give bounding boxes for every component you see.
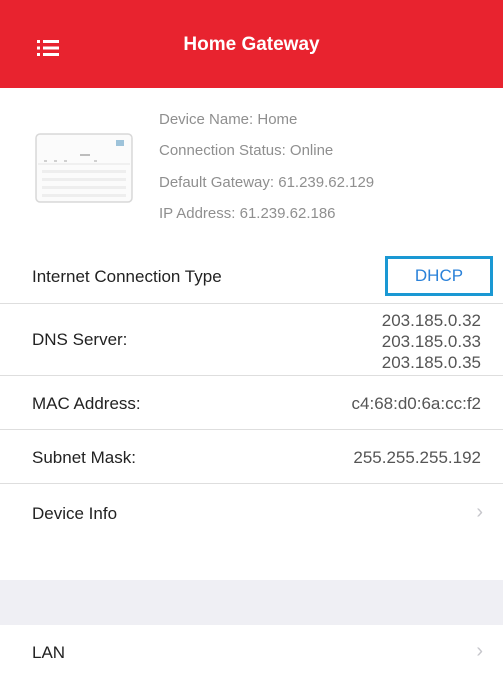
- subnet-mask-label: Subnet Mask:: [32, 448, 136, 467]
- dns-server-3: 203.185.0.35: [381, 353, 481, 372]
- mac-address-label: MAC Address:: [32, 394, 141, 413]
- page-title: Home Gateway: [183, 34, 320, 55]
- dns-server-label: DNS Server:: [32, 330, 128, 349]
- dns-server-2: 203.185.0.33: [381, 332, 481, 351]
- mac-address-value: c4:68:d0:6a:cc:f2: [351, 394, 481, 413]
- dns-server-row: DNS Server: 203.185.0.32 203.185.0.33 20…: [0, 304, 503, 376]
- mac-address-row: MAC Address: c4:68:d0:6a:cc:f2: [0, 376, 503, 430]
- home-gateway-screen: Home Gateway Device Name: Home Connectio…: [0, 0, 503, 677]
- router-device-icon: [35, 133, 133, 203]
- internet-connection-type-row: Internet Connection Type DHCP: [0, 248, 503, 304]
- top-app-bar: Home Gateway: [0, 0, 503, 88]
- device-info-row[interactable]: Device Info ›: [0, 484, 503, 580]
- internet-connection-type-label: Internet Connection Type: [32, 267, 222, 286]
- chevron-right-icon: ›: [476, 640, 483, 662]
- device-info-label: Device Info: [32, 504, 118, 523]
- device-name-text: Device Name: Home: [159, 111, 298, 128]
- ip-address-text: IP Address: 61.239.62.186: [159, 205, 336, 222]
- subnet-mask-value: 255.255.255.192: [353, 448, 481, 467]
- dns-server-values: 203.185.0.32 203.185.0.33 203.185.0.35: [382, 310, 481, 373]
- default-gateway-text: Default Gateway: 61.239.62.129: [159, 174, 375, 191]
- connection-status-text: Connection Status: Online: [159, 142, 334, 159]
- subnet-mask-row: Subnet Mask: 255.255.255.192: [0, 430, 503, 484]
- section-divider: [0, 580, 503, 625]
- chevron-right-icon: ›: [476, 501, 483, 523]
- lan-row[interactable]: LAN ›: [0, 625, 503, 677]
- dns-server-1: 203.185.0.32: [381, 311, 481, 330]
- connection-type-value-button[interactable]: DHCP: [385, 256, 493, 296]
- device-summary-card: Device Name: Home Connection Status: Onl…: [0, 88, 503, 248]
- lan-label: LAN: [32, 643, 66, 662]
